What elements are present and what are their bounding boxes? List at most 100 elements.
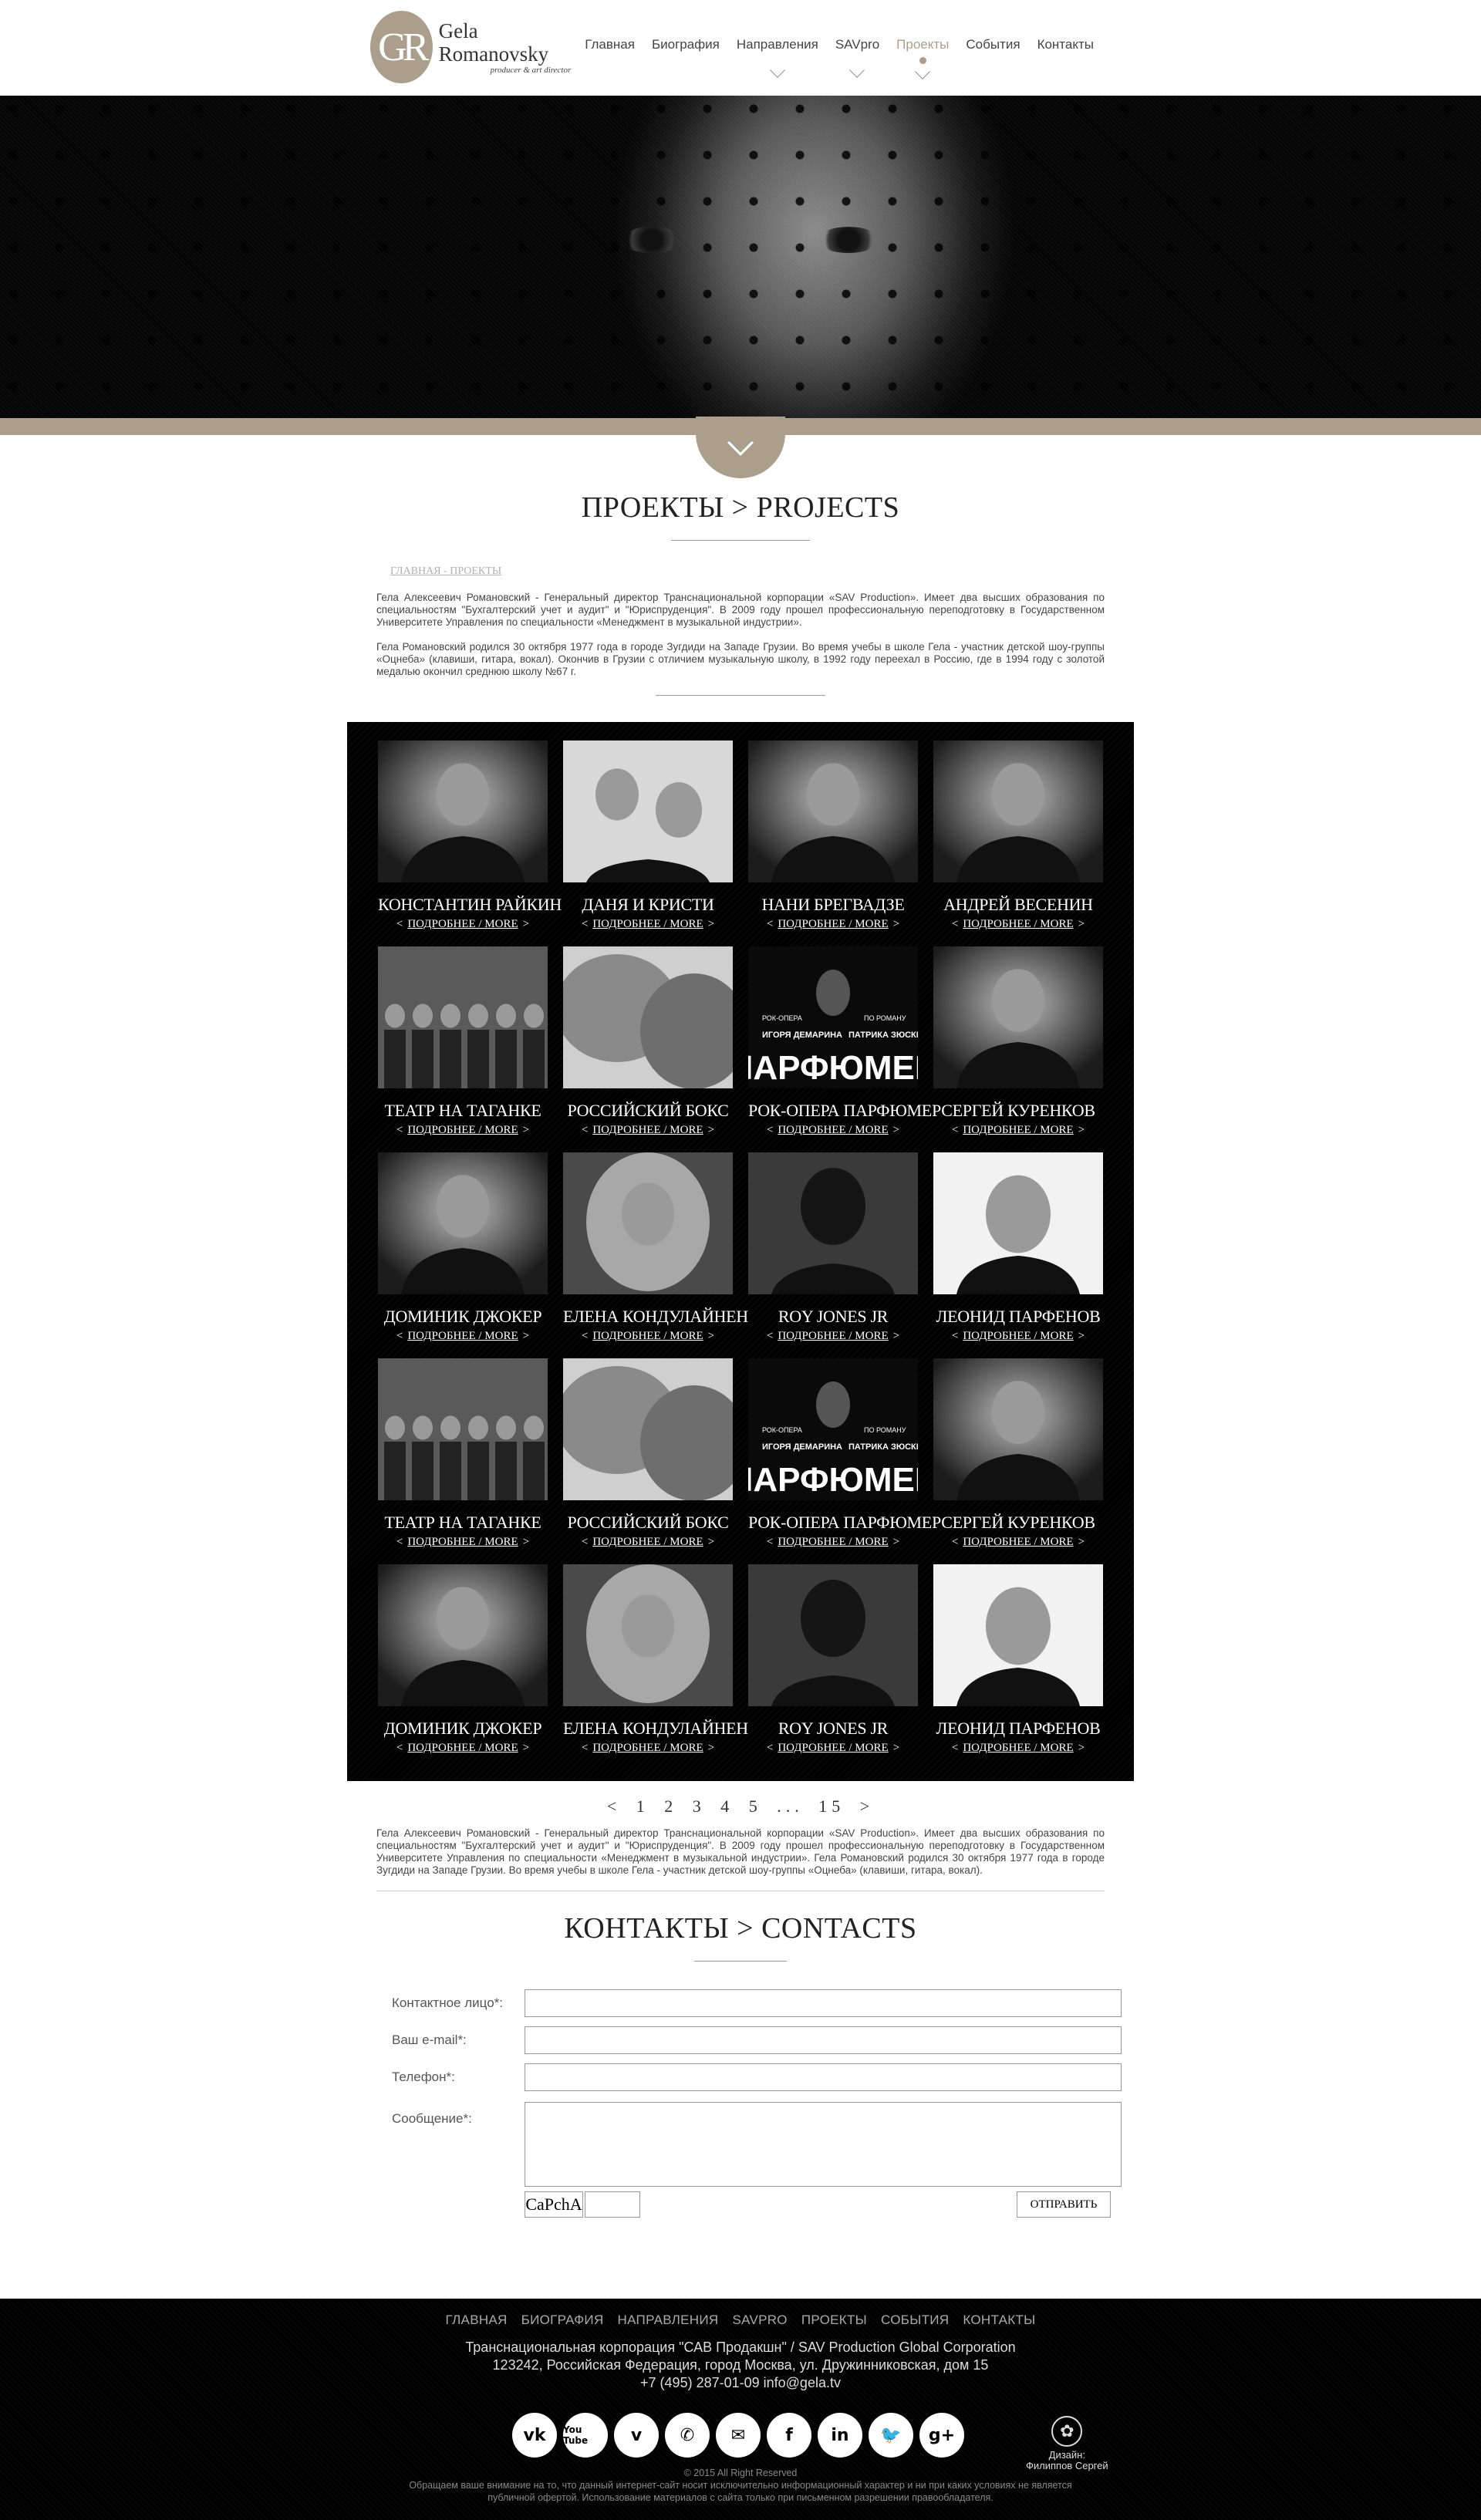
- project-card[interactable]: СЕРГЕЙ КУРЕНКОВ < ПОДРОБНЕЕ / MORE >: [933, 1358, 1103, 1549]
- portrait-boxer-image[interactable]: [748, 1564, 918, 1706]
- submit-button[interactable]: ОТПРАВИТЬ: [1017, 2191, 1111, 2218]
- project-card[interactable]: СЕРГЕЙ КУРЕНКОВ < ПОДРОБНЕЕ / MORE >: [933, 946, 1103, 1137]
- portrait-man-suit-image[interactable]: [933, 1358, 1103, 1500]
- more-link[interactable]: ПОДРОБНЕЕ / MORE: [592, 1124, 703, 1136]
- project-card[interactable]: РОК-ОПЕРА ПО РОМАНУ ИГОРЯ ДЕМАРИНА ПАТРИКА …: [748, 1358, 941, 1549]
- portrait-blonde-image[interactable]: [563, 1564, 733, 1706]
- twitter-icon[interactable]: 🐦: [869, 2413, 913, 2458]
- theater-group-image[interactable]: [378, 1358, 548, 1500]
- project-card[interactable]: НАНИ БРЕГВАДЗЕ < ПОДРОБНЕЕ / MORE >: [748, 740, 918, 931]
- more-link[interactable]: ПОДРОБНЕЕ / MORE: [407, 1124, 518, 1136]
- googleplus-icon[interactable]: g+: [919, 2413, 964, 2458]
- pager-prev[interactable]: <: [607, 1796, 621, 1816]
- more-link[interactable]: ПОДРОБНЕЕ / MORE: [592, 1330, 703, 1342]
- theater-group-image[interactable]: [378, 946, 548, 1088]
- project-card[interactable]: РОССИЙСКИЙ БОКС < ПОДРОБНЕЕ / MORE >: [563, 946, 733, 1137]
- more-link[interactable]: ПОДРОБНЕЕ / MORE: [407, 1742, 518, 1754]
- portrait-smiling-man-image[interactable]: [378, 1152, 548, 1294]
- message-textarea[interactable]: [525, 2102, 1122, 2187]
- captcha-input[interactable]: [585, 2191, 640, 2218]
- footer-nav-item[interactable]: НАПРАВЛЕНИЯ: [618, 2313, 719, 2327]
- breadcrumb[interactable]: ГЛАВНАЯ - ПРОЕКТЫ: [390, 565, 1111, 578]
- more-link[interactable]: ПОДРОБНЕЕ / MORE: [963, 1536, 1073, 1548]
- more-link[interactable]: ПОДРОБНЕЕ / MORE: [963, 1330, 1073, 1342]
- youtube-icon[interactable]: You Tube: [563, 2413, 608, 2458]
- poster-image[interactable]: РОК-ОПЕРА ПО РОМАНУ ИГОРЯ ДЕМАРИНА ПАТРИКА …: [748, 946, 918, 1088]
- project-card[interactable]: КОНСТАНТИН РАЙКИН < ПОДРОБНЕЕ / MORE >: [378, 740, 562, 931]
- footer-nav-item[interactable]: БИОГРАФИЯ: [521, 2313, 604, 2327]
- footer-nav-item[interactable]: ГЛАВНАЯ: [446, 2313, 508, 2327]
- project-card[interactable]: ЛЕОНИД ПАРФЕНОВ < ПОДРОБНЕЕ / MORE >: [933, 1564, 1103, 1755]
- vk-icon[interactable]: vk: [512, 2413, 557, 2458]
- portrait-man-mic-image[interactable]: [378, 740, 548, 882]
- nav-item-0[interactable]: Главная: [585, 37, 635, 52]
- nav-item-6[interactable]: Контакты: [1037, 37, 1094, 52]
- mail-icon[interactable]: ✉: [716, 2413, 761, 2458]
- more-link[interactable]: ПОДРОБНЕЕ / MORE: [592, 1536, 703, 1548]
- pager-page-3[interactable]: 3: [693, 1796, 706, 1816]
- portrait-man-suit-image[interactable]: [933, 946, 1103, 1088]
- portrait-man-glasses-image[interactable]: [933, 1564, 1103, 1706]
- footer-nav-item[interactable]: ПРОЕКТЫ: [801, 2313, 867, 2327]
- facebook-icon[interactable]: f: [767, 2413, 811, 2458]
- pager-page-5[interactable]: 5: [749, 1796, 762, 1816]
- more-link[interactable]: ПОДРОБНЕЕ / MORE: [778, 1536, 888, 1548]
- more-link[interactable]: ПОДРОБНЕЕ / MORE: [592, 918, 703, 930]
- pager-next[interactable]: >: [860, 1796, 874, 1816]
- project-card[interactable]: ROY JONES JR < ПОДРОБНЕЕ / MORE >: [748, 1152, 918, 1343]
- nav-item-3[interactable]: SAVpro: [835, 37, 879, 78]
- footer-nav-item[interactable]: КОНТАКТЫ: [963, 2313, 1035, 2327]
- project-card[interactable]: ТЕАТР НА ТАГАНКЕ < ПОДРОБНЕЕ / MORE >: [378, 946, 548, 1137]
- project-card[interactable]: ЕЛЕНА КОНДУЛАЙНЕН < ПОДРОБНЕЕ / MORE >: [563, 1152, 748, 1343]
- portrait-young-man-image[interactable]: [933, 740, 1103, 882]
- boxing-gloves-image[interactable]: [563, 1358, 733, 1500]
- project-card[interactable]: ЕЛЕНА КОНДУЛАЙНЕН < ПОДРОБНЕЕ / MORE >: [563, 1564, 748, 1755]
- designer-credit[interactable]: ✿ Дизайн: Филиппов Сергей: [1026, 2416, 1108, 2471]
- portrait-boxer-image[interactable]: [748, 1152, 918, 1294]
- more-link[interactable]: ПОДРОБНЕЕ / MORE: [963, 918, 1073, 930]
- more-link[interactable]: ПОДРОБНЕЕ / MORE: [407, 918, 518, 930]
- footer-nav-item[interactable]: СОБЫТИЯ: [881, 2313, 949, 2327]
- more-link[interactable]: ПОДРОБНЕЕ / MORE: [778, 1124, 888, 1136]
- phone-input[interactable]: [525, 2063, 1122, 2091]
- pager-page-2[interactable]: 2: [664, 1796, 677, 1816]
- more-link[interactable]: ПОДРОБНЕЕ / MORE: [963, 1742, 1073, 1754]
- linkedin-icon[interactable]: in: [818, 2413, 862, 2458]
- project-card[interactable]: РОССИЙСКИЙ БОКС < ПОДРОБНЕЕ / MORE >: [563, 1358, 733, 1549]
- nav-item-2[interactable]: Направления: [737, 37, 818, 78]
- phone-icon[interactable]: ✆: [665, 2413, 710, 2458]
- poster-image[interactable]: РОК-ОПЕРА ПО РОМАНУ ИГОРЯ ДЕМАРИНА ПАТРИКА …: [748, 1358, 918, 1500]
- portrait-couple-image[interactable]: [563, 740, 733, 882]
- boxing-gloves-image[interactable]: [563, 946, 733, 1088]
- project-card[interactable]: ЛЕОНИД ПАРФЕНОВ < ПОДРОБНЕЕ / MORE >: [933, 1152, 1103, 1343]
- pager-page-4[interactable]: 4: [720, 1796, 734, 1816]
- nav-item-5[interactable]: События: [966, 37, 1020, 52]
- pager-page-1[interactable]: 1: [636, 1796, 649, 1816]
- contact-person-input[interactable]: [525, 1989, 1122, 2017]
- chevron-down-icon[interactable]: [769, 62, 785, 78]
- vimeo-icon[interactable]: v: [614, 2413, 659, 2458]
- chevron-down-icon[interactable]: [849, 62, 865, 78]
- footer-contact[interactable]: +7 (495) 287-01-09 info@gela.tv: [0, 2374, 1481, 2392]
- more-link[interactable]: ПОДРОБНЕЕ / MORE: [778, 1330, 888, 1342]
- more-link[interactable]: ПОДРОБНЕЕ / MORE: [407, 1330, 518, 1342]
- footer-nav-item[interactable]: SAVPRO: [732, 2313, 787, 2327]
- nav-item-1[interactable]: Биография: [652, 37, 720, 52]
- project-card[interactable]: ДАНЯ И КРИСТИ < ПОДРОБНЕЕ / MORE >: [563, 740, 733, 931]
- more-link[interactable]: ПОДРОБНЕЕ / MORE: [963, 1124, 1073, 1136]
- more-link[interactable]: ПОДРОБНЕЕ / MORE: [778, 1742, 888, 1754]
- portrait-woman-mic-image[interactable]: [748, 740, 918, 882]
- project-card[interactable]: АНДРЕЙ ВЕСЕНИН < ПОДРОБНЕЕ / MORE >: [933, 740, 1103, 931]
- email-input[interactable]: [525, 2026, 1122, 2054]
- chevron-down-icon[interactable]: [915, 64, 931, 79]
- portrait-blonde-image[interactable]: [563, 1152, 733, 1294]
- project-card[interactable]: ROY JONES JR < ПОДРОБНЕЕ / MORE >: [748, 1564, 918, 1755]
- more-link[interactable]: ПОДРОБНЕЕ / MORE: [778, 918, 888, 930]
- more-link[interactable]: ПОДРОБНЕЕ / MORE: [407, 1536, 518, 1548]
- pager-page-last[interactable]: 15: [818, 1796, 845, 1816]
- portrait-man-glasses-image[interactable]: [933, 1152, 1103, 1294]
- project-card[interactable]: ТЕАТР НА ТАГАНКЕ < ПОДРОБНЕЕ / MORE >: [378, 1358, 548, 1549]
- portrait-smiling-man-image[interactable]: [378, 1564, 548, 1706]
- project-card[interactable]: ДОМИНИК ДЖОКЕР < ПОДРОБНЕЕ / MORE >: [378, 1564, 548, 1755]
- project-card[interactable]: ДОМИНИК ДЖОКЕР < ПОДРОБНЕЕ / MORE >: [378, 1152, 548, 1343]
